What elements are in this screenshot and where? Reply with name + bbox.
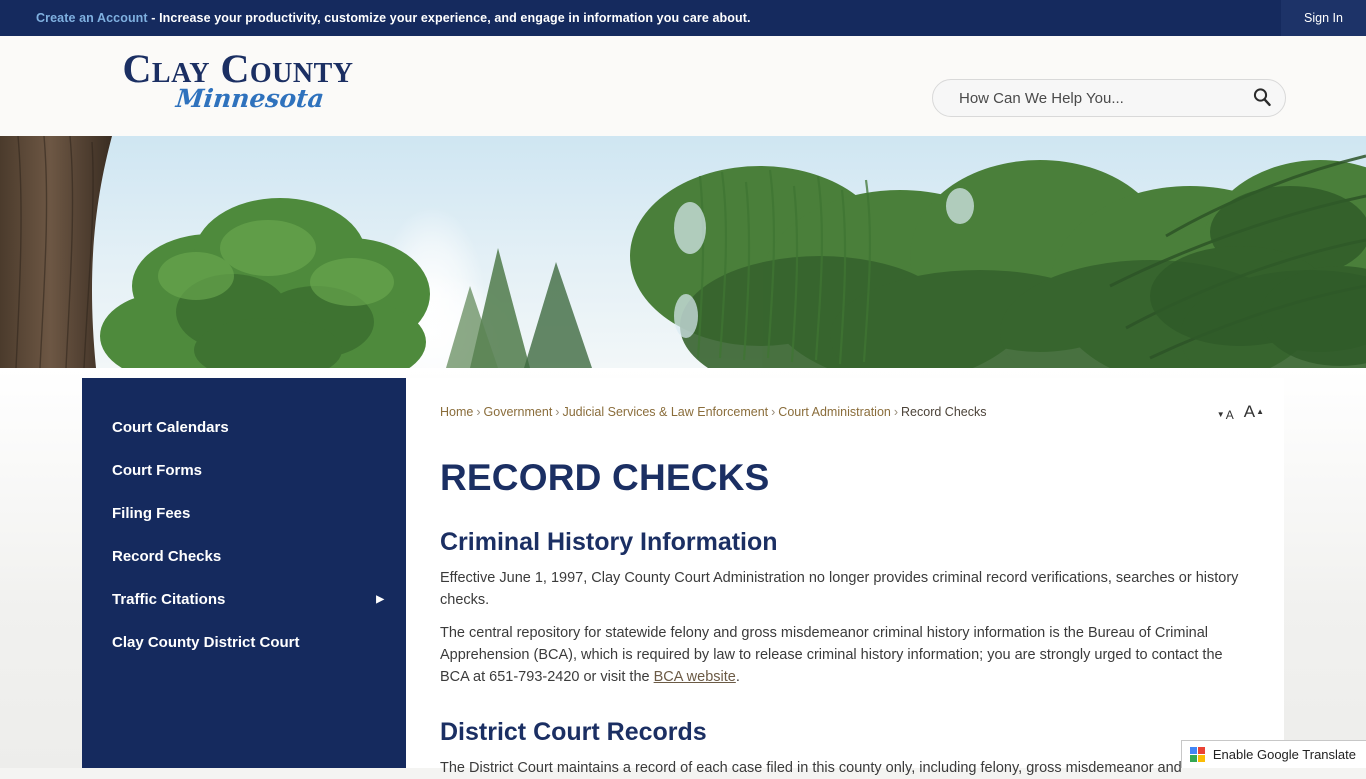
top-bar-message: Create an Account - Increase your produc… — [36, 11, 751, 25]
breadcrumb-separator: › — [768, 405, 778, 419]
paragraph-text: The central repository for statewide fel… — [440, 625, 1223, 685]
decrease-font-size-label: A — [1226, 408, 1234, 422]
search-input[interactable] — [933, 80, 1239, 116]
increase-font-size-button[interactable]: A ▲ — [1244, 402, 1264, 422]
sidebar-item-label: Filing Fees — [112, 505, 190, 522]
sidebar-item-traffic-citations[interactable]: Traffic Citations ▶ — [82, 578, 406, 621]
breadcrumb-separator: › — [473, 405, 483, 419]
site-logo[interactable]: Clay County Minnesota — [88, 48, 388, 122]
breadcrumb-item-home[interactable]: Home — [440, 405, 473, 419]
increase-font-size-label: A — [1244, 402, 1255, 422]
sidebar-item-court-calendars[interactable]: Court Calendars — [82, 406, 406, 449]
breadcrumb-separator: › — [891, 405, 901, 419]
breadcrumb-separator: › — [552, 405, 562, 419]
search-icon — [1252, 87, 1272, 110]
translate-label: Enable Google Translate — [1213, 747, 1356, 762]
content-sections: Criminal History Information Effective Ju… — [440, 528, 1252, 779]
sidebar-item-clay-county-district-court[interactable]: Clay County District Court — [82, 621, 406, 664]
page-title: RECORD CHECKS — [440, 458, 1252, 498]
top-bar-message-text: - Increase your productivity, customize … — [148, 11, 751, 25]
breadcrumb-item-judicial-services-law-enforcement[interactable]: Judicial Services & Law Enforcement — [562, 405, 768, 419]
top-utility-bar: Create an Account - Increase your produc… — [0, 0, 1366, 36]
sidebar-item-record-checks[interactable]: Record Checks — [82, 535, 406, 578]
body-paragraph: The District Court maintains a record of… — [440, 757, 1252, 779]
enable-google-translate-button[interactable]: Enable Google Translate — [1181, 740, 1366, 768]
page-body: Court Calendars Court Forms Filing Fees Rec… — [0, 368, 1366, 768]
sidebar-item-court-forms[interactable]: Court Forms — [82, 449, 406, 492]
section-heading: District Court Records — [440, 718, 1252, 746]
paragraph-text: The District Court maintains a record of… — [440, 760, 1182, 776]
triangle-up-icon: ▲ — [1256, 408, 1264, 416]
breadcrumb-item-court-administration[interactable]: Court Administration — [778, 405, 891, 419]
chevron-right-icon: ▶ — [376, 578, 384, 621]
decrease-font-size-button[interactable]: ▼ A — [1217, 408, 1234, 422]
hero-illustration — [0, 136, 1366, 368]
hero-banner-image — [0, 136, 1366, 368]
paragraph-text: . — [736, 669, 740, 685]
logo-sub-text: Minnesota — [111, 86, 390, 112]
body-paragraph: Effective June 1, 1997, Clay County Cour… — [440, 567, 1252, 611]
font-size-controls: ▼ A A ▲ — [1217, 402, 1264, 422]
breadcrumb-item-record-checks: Record Checks — [901, 405, 986, 419]
sidebar-item-label: Traffic Citations — [112, 591, 225, 608]
main-content: Home›Government›Judicial Services & Law … — [406, 378, 1284, 768]
search-button[interactable] — [1239, 80, 1285, 116]
paragraph-text: Effective June 1, 1997, Clay County Cour… — [440, 570, 1238, 608]
google-translate-icon — [1190, 747, 1206, 763]
sidebar-item-filing-fees[interactable]: Filing Fees — [82, 492, 406, 535]
section-sidebar: Court Calendars Court Forms Filing Fees Rec… — [82, 378, 406, 768]
content-panel: Court Calendars Court Forms Filing Fees Rec… — [82, 378, 1284, 768]
section-heading: Criminal History Information — [440, 528, 1252, 556]
breadcrumb: Home›Government›Judicial Services & Law … — [440, 404, 1252, 420]
sidebar-item-label: Court Forms — [112, 462, 202, 479]
search-box — [932, 79, 1286, 117]
sidebar-item-label: Record Checks — [112, 548, 221, 565]
triangle-down-icon: ▼ — [1217, 411, 1225, 419]
create-account-link[interactable]: Create an Account — [36, 11, 148, 25]
inline-link[interactable]: BCA website — [654, 669, 736, 685]
site-header: Clay County Minnesota About UsGovernment… — [0, 36, 1366, 136]
body-paragraph: The central repository for statewide fel… — [440, 622, 1252, 688]
sign-in-button[interactable]: Sign In — [1281, 0, 1366, 36]
sidebar-item-label: Clay County District Court — [112, 634, 300, 651]
sidebar-item-label: Court Calendars — [112, 419, 229, 436]
breadcrumb-item-government[interactable]: Government — [484, 405, 553, 419]
